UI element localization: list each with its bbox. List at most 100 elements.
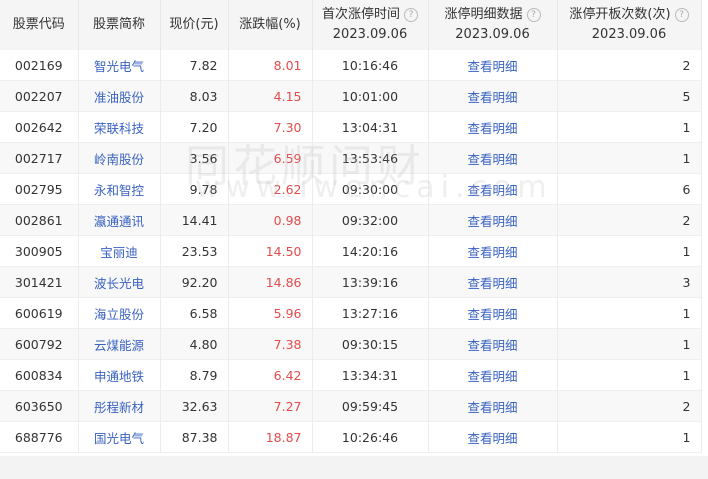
price: 87.38 [160,421,229,453]
stock-code: 600834 [0,359,79,391]
table-row: 600834 申通地铁 8.79 6.42 13:34:31 查看明细 1 [0,359,702,391]
stock-code: 300905 [0,235,79,267]
header-change[interactable]: 涨跌幅(%) [228,0,313,50]
open-count: 2 [557,390,702,422]
table-row: 002861 瀛通通讯 14.41 0.98 09:32:00 查看明细 2 [0,204,702,236]
stock-name-link[interactable]: 岭南股份 [78,142,161,174]
stock-code: 002795 [0,173,79,205]
change-percent: 8.01 [228,50,313,81]
price: 6.58 [160,297,229,329]
open-count: 1 [557,421,702,453]
header-first-time[interactable]: 首次涨停时间? 2023.09.06 [312,0,429,50]
header-open-count[interactable]: 涨停开板次数(次)? 2023.09.06 [557,0,702,50]
view-detail-link[interactable]: 查看明细 [428,359,558,391]
price: 4.80 [160,328,229,360]
stock-code: 600619 [0,297,79,329]
open-count: 1 [557,328,702,360]
stock-code: 002642 [0,111,79,143]
open-count: 6 [557,173,702,205]
stock-name-link[interactable]: 申通地铁 [78,359,161,391]
stock-name-link[interactable]: 宝丽迪 [78,235,161,267]
first-limit-time: 13:34:31 [312,359,429,391]
header-name[interactable]: 股票简称 [78,0,161,50]
change-percent: 18.87 [228,421,313,453]
change-percent: 4.15 [228,80,313,112]
view-detail-link[interactable]: 查看明细 [428,173,558,205]
price: 7.82 [160,50,229,81]
open-count: 1 [557,359,702,391]
table-row: 002169 智光电气 7.82 8.01 10:16:46 查看明细 2 [0,50,702,81]
view-detail-link[interactable]: 查看明细 [428,111,558,143]
stock-name-link[interactable]: 准油股份 [78,80,161,112]
change-percent: 0.98 [228,204,313,236]
first-limit-time: 10:01:00 [312,80,429,112]
view-detail-link[interactable]: 查看明细 [428,390,558,422]
help-icon[interactable]: ? [674,8,689,22]
table-row: 002207 准油股份 8.03 4.15 10:01:00 查看明细 5 [0,80,702,112]
open-count: 1 [557,111,702,143]
stock-code: 600792 [0,328,79,360]
first-limit-time: 09:30:15 [312,328,429,360]
stock-name-link[interactable]: 国光电气 [78,421,161,453]
change-percent: 7.27 [228,390,313,422]
view-detail-link[interactable]: 查看明细 [428,50,558,81]
header-detail[interactable]: 涨停明细数据? 2023.09.06 [428,0,558,50]
header-price[interactable]: 现价(元) [160,0,229,50]
first-limit-time: 13:04:31 [312,111,429,143]
table-row: 600792 云煤能源 4.80 7.38 09:30:15 查看明细 1 [0,328,702,360]
limit-up-table: 股票代码 股票简称 现价(元) 涨跌幅(%) 首次涨停时间? 2023.09.06… [0,0,702,453]
view-detail-link[interactable]: 查看明细 [428,328,558,360]
stock-name-link[interactable]: 荣联科技 [78,111,161,143]
price: 3.56 [160,142,229,174]
stock-name-link[interactable]: 智光电气 [78,50,161,81]
price: 92.20 [160,266,229,298]
open-count: 2 [557,50,702,81]
first-limit-time: 09:30:00 [312,173,429,205]
stock-code: 002207 [0,80,79,112]
change-percent: 6.42 [228,359,313,391]
stock-code: 002717 [0,142,79,174]
price: 8.03 [160,80,229,112]
stock-code: 603650 [0,390,79,422]
change-percent: 5.96 [228,297,313,329]
help-icon[interactable]: ? [404,8,418,22]
view-detail-link[interactable]: 查看明细 [428,266,558,298]
stock-name-link[interactable]: 云煤能源 [78,328,161,360]
view-detail-link[interactable]: 查看明细 [428,80,558,112]
change-percent: 14.86 [228,266,313,298]
stock-name-link[interactable]: 波长光电 [78,266,161,298]
change-percent: 6.59 [228,142,313,174]
first-limit-time: 13:53:46 [312,142,429,174]
stock-name-link[interactable]: 永和智控 [78,173,161,205]
open-count: 2 [557,204,702,236]
table-row: 603650 彤程新材 32.63 7.27 09:59:45 查看明细 2 [0,390,702,422]
first-limit-time: 13:39:16 [312,266,429,298]
stock-name-link[interactable]: 彤程新材 [78,390,161,422]
stock-code: 301421 [0,266,79,298]
header-code[interactable]: 股票代码 [0,0,79,50]
table-header: 股票代码 股票简称 现价(元) 涨跌幅(%) 首次涨停时间? 2023.09.06… [0,0,702,50]
change-percent: 14.50 [228,235,313,267]
price: 14.41 [160,204,229,236]
table-row: 688776 国光电气 87.38 18.87 10:26:46 查看明细 1 [0,421,702,453]
table-row: 600619 海立股份 6.58 5.96 13:27:16 查看明细 1 [0,297,702,329]
stock-code: 002169 [0,50,79,81]
view-detail-link[interactable]: 查看明细 [428,297,558,329]
open-count: 5 [557,80,702,112]
view-detail-link[interactable]: 查看明细 [428,235,558,267]
first-limit-time: 09:32:00 [312,204,429,236]
stock-name-link[interactable]: 瀛通通讯 [78,204,161,236]
view-detail-link[interactable]: 查看明细 [428,142,558,174]
help-icon[interactable]: ? [526,8,541,22]
view-detail-link[interactable]: 查看明细 [428,421,558,453]
price: 9.78 [160,173,229,205]
first-limit-time: 10:16:46 [312,50,429,81]
view-detail-link[interactable]: 查看明细 [428,204,558,236]
stock-name-link[interactable]: 海立股份 [78,297,161,329]
table-row: 301421 波长光电 92.20 14.86 13:39:16 查看明细 3 [0,266,702,298]
open-count: 1 [557,142,702,174]
open-count: 3 [557,266,702,298]
table-row: 002795 永和智控 9.78 2.62 09:30:00 查看明细 6 [0,173,702,205]
price: 8.79 [160,359,229,391]
table-footer [0,456,708,479]
